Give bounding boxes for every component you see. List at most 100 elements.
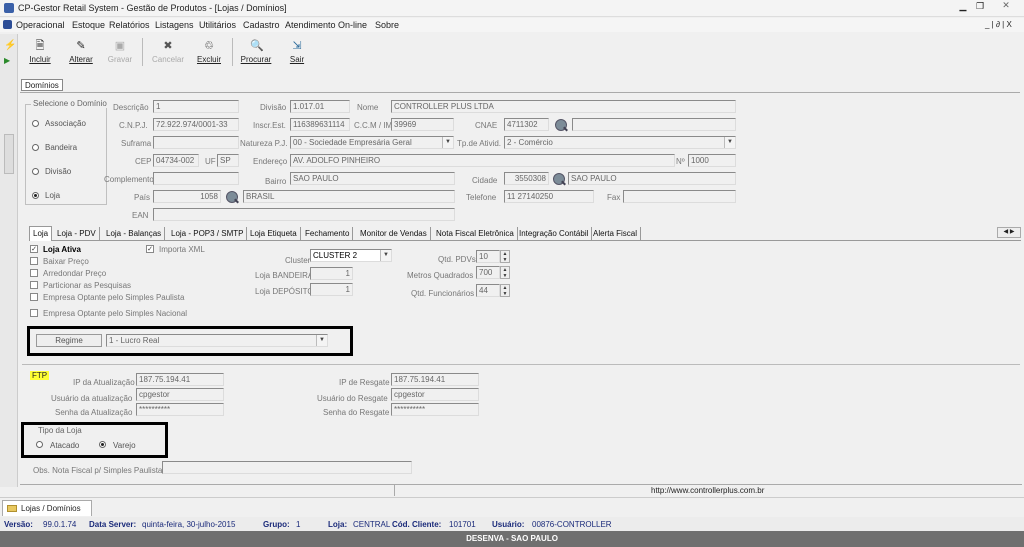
- mdi-controls[interactable]: _ | ∂ | X: [985, 20, 1012, 29]
- regime-button[interactable]: Regime: [36, 334, 102, 347]
- radio-atacado[interactable]: [36, 441, 43, 448]
- tab-integracao[interactable]: Integração Contábil: [516, 227, 593, 240]
- ip-resgate-field[interactable]: 187.75.194.41: [391, 373, 479, 386]
- obs-field[interactable]: [162, 461, 412, 474]
- tab-monitor-vendas[interactable]: Monitor de Vendas: [357, 227, 431, 240]
- menu-listagens[interactable]: Listagens: [155, 20, 194, 30]
- qtd-pdvs-field[interactable]: 10: [476, 250, 500, 263]
- tab-loja-pdv[interactable]: Loja - PDV: [54, 227, 100, 240]
- cnae-search-icon[interactable]: [555, 119, 567, 131]
- importa-xml-checkbox[interactable]: ✓: [146, 245, 154, 253]
- chevron-down-icon[interactable]: ▼: [442, 137, 453, 148]
- menu-relatorios[interactable]: Relatórios: [109, 20, 150, 30]
- pais-search-icon[interactable]: [226, 191, 238, 203]
- loja-ativa-checkbox[interactable]: ✓: [30, 245, 38, 253]
- particionar-checkbox[interactable]: [30, 281, 38, 289]
- nome-field[interactable]: CONTROLLER PLUS LTDA: [391, 100, 736, 113]
- tab-nota-fiscal[interactable]: Nota Fiscal Eletrônica: [433, 227, 518, 240]
- usuario-atual-field[interactable]: cpgestor: [136, 388, 224, 401]
- menu-utilitarios[interactable]: Utilitários: [199, 20, 236, 30]
- tab-alerta-fiscal[interactable]: Alerta Fiscal: [590, 227, 642, 240]
- menu-atendimento[interactable]: Atendimento On-line: [285, 20, 367, 30]
- cnpj-field[interactable]: 72.922.974/0001-33: [153, 118, 239, 131]
- excluir-button[interactable]: ♲ Excluir: [193, 40, 225, 64]
- natureza-select[interactable]: 00 - Sociedade Empresária Geral ▼: [290, 136, 454, 149]
- inscr-field[interactable]: 116389631114: [290, 118, 350, 131]
- telefone-field[interactable]: 11 27140250: [504, 190, 594, 203]
- cidade-code-field[interactable]: 3550308: [504, 172, 549, 185]
- restore-button[interactable]: ❐: [972, 1, 988, 14]
- menu-cadastro[interactable]: Cadastro: [243, 20, 280, 30]
- descricao-field[interactable]: 1: [153, 100, 239, 113]
- qtd-func-spinner[interactable]: ▲ ▼: [500, 284, 510, 297]
- uf-field[interactable]: SP: [217, 154, 239, 167]
- senha-resgate-field[interactable]: **********: [391, 403, 479, 416]
- numero-field[interactable]: 1000: [688, 154, 736, 167]
- alterar-button[interactable]: ✎ Alterar: [65, 40, 97, 64]
- tab-fechamento[interactable]: Fechamento: [302, 227, 354, 240]
- play-icon[interactable]: ▶: [4, 56, 10, 65]
- endereco-field[interactable]: AV. ADOLFO PINHEIRO: [290, 154, 675, 167]
- qtd-func-field[interactable]: 44: [476, 284, 500, 297]
- bairro-field[interactable]: SAO PAULO: [290, 172, 455, 185]
- radio-bandeira[interactable]: [32, 144, 39, 151]
- ean-field[interactable]: [153, 208, 455, 221]
- divisao-field[interactable]: 1.017.01: [290, 100, 350, 113]
- tab-scroll-buttons[interactable]: ◀ ▶: [997, 227, 1021, 238]
- metros-spinner[interactable]: ▲ ▼: [500, 266, 510, 279]
- tab-dominios[interactable]: Domínios: [21, 79, 63, 91]
- loja-deposito-field[interactable]: 1: [310, 283, 353, 296]
- chevron-down-icon[interactable]: ▼: [380, 250, 391, 261]
- usuario-resgate-field[interactable]: cpgestor: [391, 388, 479, 401]
- cancelar-button[interactable]: ✖ Cancelar: [150, 40, 186, 64]
- arredondar-checkbox[interactable]: [30, 269, 38, 277]
- cluster-select[interactable]: CLUSTER 2 ▼: [310, 249, 392, 262]
- incluir-button[interactable]: 🗎 Incluir: [26, 40, 54, 64]
- sair-button[interactable]: ⇲ Sair: [285, 40, 309, 64]
- tab-loja-pop3[interactable]: Loja - POP3 / SMTP: [168, 227, 248, 240]
- minimize-button[interactable]: ▁: [955, 1, 971, 14]
- close-button[interactable]: ✕: [990, 0, 1022, 14]
- title-bar: CP-Gestor Retail System - Gestão de Prod…: [0, 0, 1024, 17]
- radio-associacao[interactable]: [32, 120, 39, 127]
- simples-paulista-checkbox[interactable]: [30, 293, 38, 301]
- tab-loja[interactable]: Loja: [29, 226, 53, 241]
- lojas-dominios-tab[interactable]: Lojas / Domínios: [2, 500, 92, 516]
- tab-loja-balancas[interactable]: Loja - Balanças: [103, 227, 166, 240]
- radio-divisao[interactable]: [32, 168, 39, 175]
- qtd-pdvs-spinner[interactable]: ▲ ▼: [500, 250, 510, 263]
- menu-estoque[interactable]: Estoque: [72, 20, 105, 30]
- gravar-button[interactable]: ▣ Gravar: [104, 40, 136, 64]
- ccm-field[interactable]: 39969: [391, 118, 454, 131]
- radio-loja[interactable]: [32, 192, 39, 199]
- pais-field[interactable]: BRASIL: [243, 190, 455, 203]
- tab-loja-etiqueta[interactable]: Loja Etiqueta: [247, 227, 301, 240]
- cnae-field[interactable]: 4711302: [504, 118, 549, 131]
- suframa-field[interactable]: [153, 136, 239, 149]
- menu-sobre[interactable]: Sobre: [375, 20, 399, 30]
- regime-select[interactable]: 1 - Lucro Real ▼: [106, 334, 328, 347]
- tpativ-select[interactable]: 2 - Comércio ▼: [504, 136, 736, 149]
- menu-operacional[interactable]: Operacional: [16, 20, 65, 30]
- cidade-search-icon[interactable]: [553, 173, 565, 185]
- cnae-desc-field[interactable]: [572, 118, 736, 131]
- versao-value: 99.0.1.74: [43, 520, 77, 529]
- metros-field[interactable]: 700: [476, 266, 500, 279]
- cidade-field[interactable]: SAO PAULO: [568, 172, 736, 185]
- pais-code-field[interactable]: 1058: [153, 190, 221, 203]
- complemento-field[interactable]: [153, 172, 239, 185]
- chevron-down-icon[interactable]: ▼: [724, 137, 735, 148]
- radio-varejo[interactable]: [99, 441, 106, 448]
- simples-nacional-checkbox[interactable]: [30, 309, 38, 317]
- fax-field[interactable]: [623, 190, 736, 203]
- chevron-down-icon[interactable]: ▼: [316, 335, 327, 346]
- importa-xml-label: Importa XML: [159, 245, 205, 254]
- procurar-button[interactable]: 🔍 Procurar: [238, 40, 274, 64]
- baixar-preco-checkbox[interactable]: [30, 257, 38, 265]
- loja-bandeira-field[interactable]: 1: [310, 267, 353, 280]
- pin-icon[interactable]: ⚡: [4, 40, 16, 51]
- senha-atual-field[interactable]: **********: [136, 403, 224, 416]
- cep-field[interactable]: 04734-002: [153, 154, 199, 167]
- ip-atual-field[interactable]: 187.75.194.41: [136, 373, 224, 386]
- url-text[interactable]: http://www.controllerplus.com.br: [651, 486, 764, 495]
